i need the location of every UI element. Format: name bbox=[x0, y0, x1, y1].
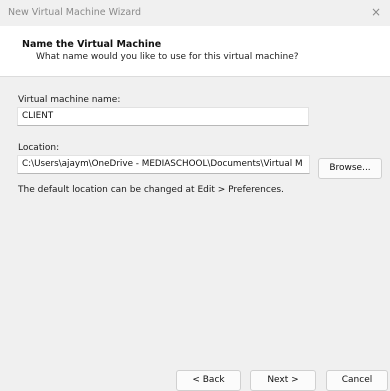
cancel-button[interactable]: Cancel bbox=[326, 370, 388, 391]
close-icon[interactable]: × bbox=[368, 4, 384, 20]
vm-name-input[interactable]: CLIENT bbox=[17, 107, 309, 126]
window-title: New Virtual Machine Wizard bbox=[8, 7, 141, 18]
title-bar: New Virtual Machine Wizard × bbox=[0, 0, 390, 26]
next-button[interactable]: Next > bbox=[250, 370, 316, 391]
wizard-header: Name the Virtual Machine What name would… bbox=[0, 26, 390, 77]
info-text: The default location can be changed at E… bbox=[18, 185, 284, 195]
page-subtitle: What name would you like to use for this… bbox=[36, 52, 299, 62]
browse-button[interactable]: Browse... bbox=[318, 158, 382, 179]
back-button[interactable]: < Back bbox=[176, 370, 241, 391]
location-label: Location: bbox=[18, 143, 60, 153]
vm-name-label: Virtual machine name: bbox=[18, 95, 121, 105]
location-input[interactable]: C:\Users\ajaym\OneDrive - MEDIASCHOOL\Do… bbox=[17, 155, 310, 174]
page-title: Name the Virtual Machine bbox=[22, 39, 162, 50]
